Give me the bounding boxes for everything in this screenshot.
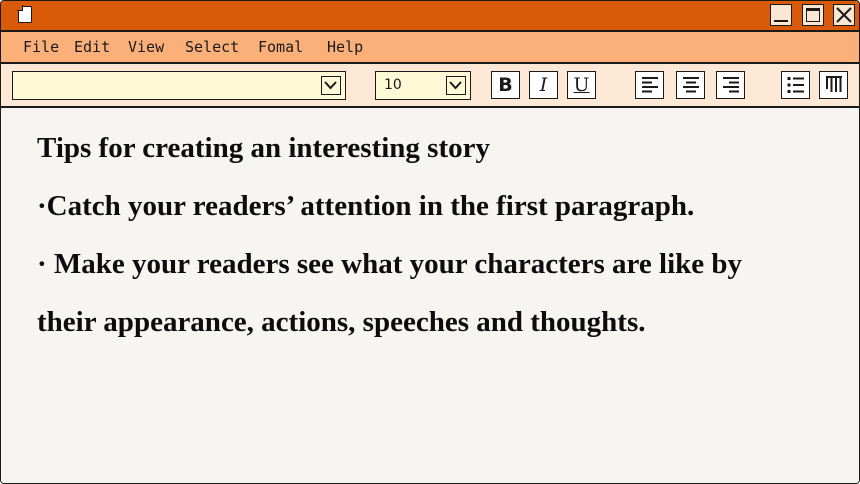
minimize-button[interactable] bbox=[770, 4, 792, 26]
close-icon bbox=[836, 7, 852, 23]
align-center-icon bbox=[682, 77, 699, 93]
align-right-button[interactable] bbox=[716, 71, 745, 99]
columns-icon bbox=[825, 76, 842, 92]
menu-view[interactable]: View bbox=[128, 38, 164, 56]
document-line: · Make your readers see what your charac… bbox=[37, 248, 743, 280]
font-size-select[interactable]: 10 bbox=[375, 71, 471, 100]
document-line: their appearance, actions, speeches and … bbox=[37, 306, 646, 338]
minimize-icon bbox=[774, 20, 788, 22]
document-line: ·Catch your readers’ attention in the fi… bbox=[37, 190, 695, 222]
align-center-button[interactable] bbox=[676, 71, 705, 99]
maximize-button[interactable] bbox=[802, 4, 824, 26]
maximize-icon bbox=[806, 8, 820, 22]
document-title: Tips for creating an interesting story bbox=[37, 132, 490, 164]
italic-button[interactable]: I bbox=[529, 71, 558, 99]
align-right-icon bbox=[722, 77, 739, 93]
menu-edit[interactable]: Edit bbox=[74, 38, 110, 56]
columns-button[interactable] bbox=[819, 71, 848, 99]
menu-file[interactable]: File bbox=[23, 38, 59, 56]
font-family-dropdown-button[interactable] bbox=[321, 76, 341, 95]
app-window: File Edit View Select Fomal Help 10 B I … bbox=[0, 0, 860, 484]
close-button[interactable] bbox=[833, 4, 855, 26]
menu-select[interactable]: Select bbox=[185, 38, 239, 56]
underline-button[interactable]: U bbox=[567, 71, 596, 99]
chevron-down-icon bbox=[324, 81, 337, 90]
font-size-dropdown-button[interactable] bbox=[446, 76, 466, 95]
bold-label: B bbox=[498, 73, 513, 96]
bulleted-list-icon bbox=[787, 77, 804, 93]
align-left-button[interactable] bbox=[635, 71, 664, 99]
bulleted-list-button[interactable] bbox=[781, 71, 810, 99]
title-bar[interactable] bbox=[1, 1, 859, 32]
font-family-select[interactable] bbox=[12, 71, 346, 100]
formatting-toolbar: 10 B I U bbox=[1, 64, 859, 108]
italic-label: I bbox=[539, 73, 548, 96]
align-left-icon bbox=[641, 77, 658, 93]
document-icon bbox=[18, 6, 32, 23]
bold-button[interactable]: B bbox=[491, 71, 520, 99]
underline-label: U bbox=[573, 73, 590, 96]
menu-format[interactable]: Fomal bbox=[258, 38, 303, 56]
menu-help[interactable]: Help bbox=[327, 38, 363, 56]
chevron-down-icon bbox=[449, 81, 462, 90]
font-size-value: 10 bbox=[384, 77, 402, 93]
menu-bar: File Edit View Select Fomal Help bbox=[1, 32, 859, 64]
document-area[interactable]: Tips for creating an interesting story ·… bbox=[1, 108, 859, 483]
